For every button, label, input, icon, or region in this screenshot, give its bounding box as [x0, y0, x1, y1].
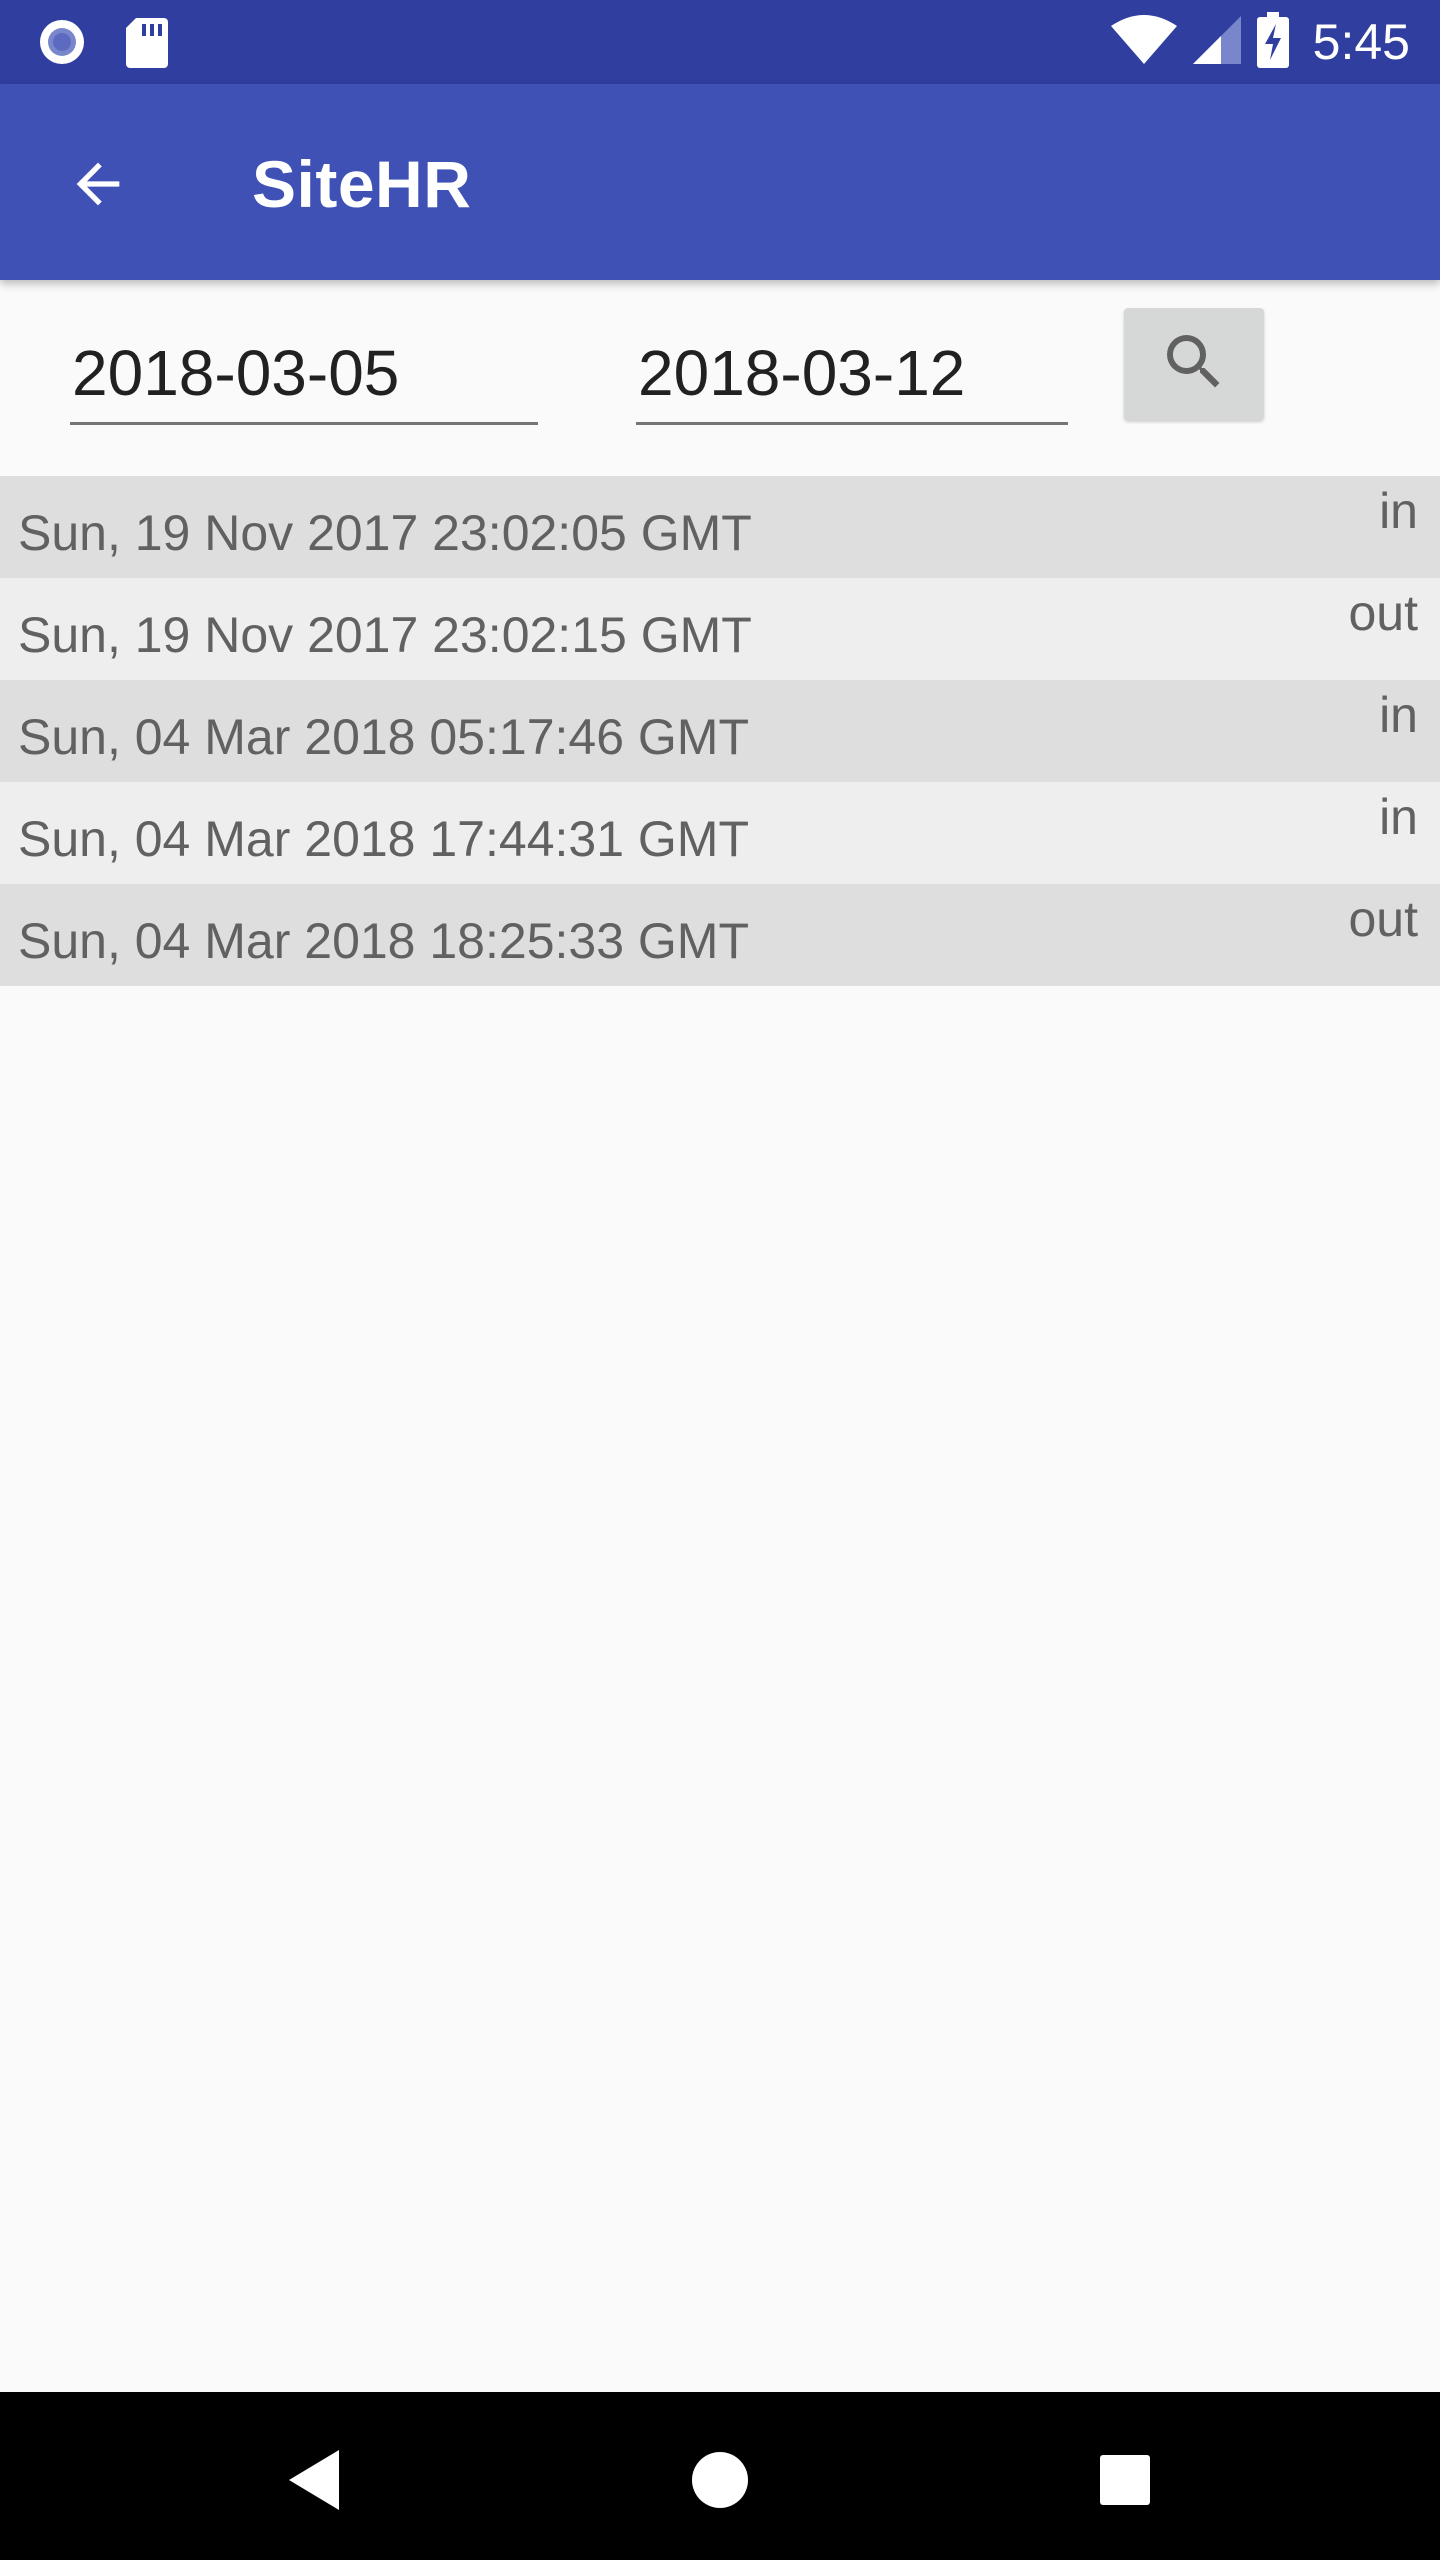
log-type: in [1379, 483, 1418, 539]
end-date-value: 2018-03-12 [638, 337, 966, 409]
nav-back-button[interactable] [265, 2432, 365, 2532]
end-date-field[interactable]: 2018-03-12 [636, 330, 1068, 425]
status-bar: 5:45 [0, 0, 1440, 84]
status-time: 5:45 [1312, 14, 1410, 70]
nav-recents-icon [1098, 2453, 1152, 2512]
list-item[interactable]: Sun, 19 Nov 2017 23:02:05 GMT in [0, 476, 1440, 578]
search-button[interactable] [1124, 308, 1264, 420]
log-timestamp: Sun, 19 Nov 2017 23:02:05 GMT [18, 505, 752, 561]
start-date-value: 2018-03-05 [72, 337, 400, 409]
log-type: out [1348, 891, 1418, 947]
search-icon [1158, 326, 1230, 403]
start-date-field[interactable]: 2018-03-05 [70, 330, 538, 425]
nav-home-button[interactable] [670, 2432, 770, 2532]
log-timestamp: Sun, 04 Mar 2018 18:25:33 GMT [18, 913, 749, 969]
nav-recents-button[interactable] [1075, 2432, 1175, 2532]
battery-charging-icon [1256, 11, 1289, 73]
list-item[interactable]: Sun, 04 Mar 2018 18:25:33 GMT out [0, 884, 1440, 986]
app-title: SiteHR [252, 147, 472, 221]
signal-icon [1191, 14, 1243, 71]
log-type: in [1379, 687, 1418, 743]
back-button[interactable] [50, 138, 146, 234]
wifi-icon [1110, 14, 1177, 71]
screen: 5:45 SiteHR 2018-03-05 2018-03-12 Sun, 1… [0, 0, 1440, 2560]
system-nav-bar [0, 2392, 1440, 2560]
nav-back-icon [285, 2448, 345, 2517]
app-bar: SiteHR [0, 84, 1440, 280]
log-timestamp: Sun, 04 Mar 2018 05:17:46 GMT [18, 709, 749, 765]
attendance-log-list: Sun, 19 Nov 2017 23:02:05 GMT in Sun, 19… [0, 476, 1440, 986]
log-timestamp: Sun, 04 Mar 2018 17:44:31 GMT [18, 811, 749, 867]
sd-card-icon [126, 16, 168, 73]
list-item[interactable]: Sun, 04 Mar 2018 05:17:46 GMT in [0, 680, 1440, 782]
list-item[interactable]: Sun, 19 Nov 2017 23:02:15 GMT out [0, 578, 1440, 680]
notification-dot-icon [36, 16, 88, 73]
list-item[interactable]: Sun, 04 Mar 2018 17:44:31 GMT in [0, 782, 1440, 884]
arrow-back-icon [66, 152, 130, 221]
log-timestamp: Sun, 19 Nov 2017 23:02:15 GMT [18, 607, 752, 663]
nav-home-icon [690, 2450, 750, 2515]
log-type: in [1379, 789, 1418, 845]
log-type: out [1348, 585, 1418, 641]
